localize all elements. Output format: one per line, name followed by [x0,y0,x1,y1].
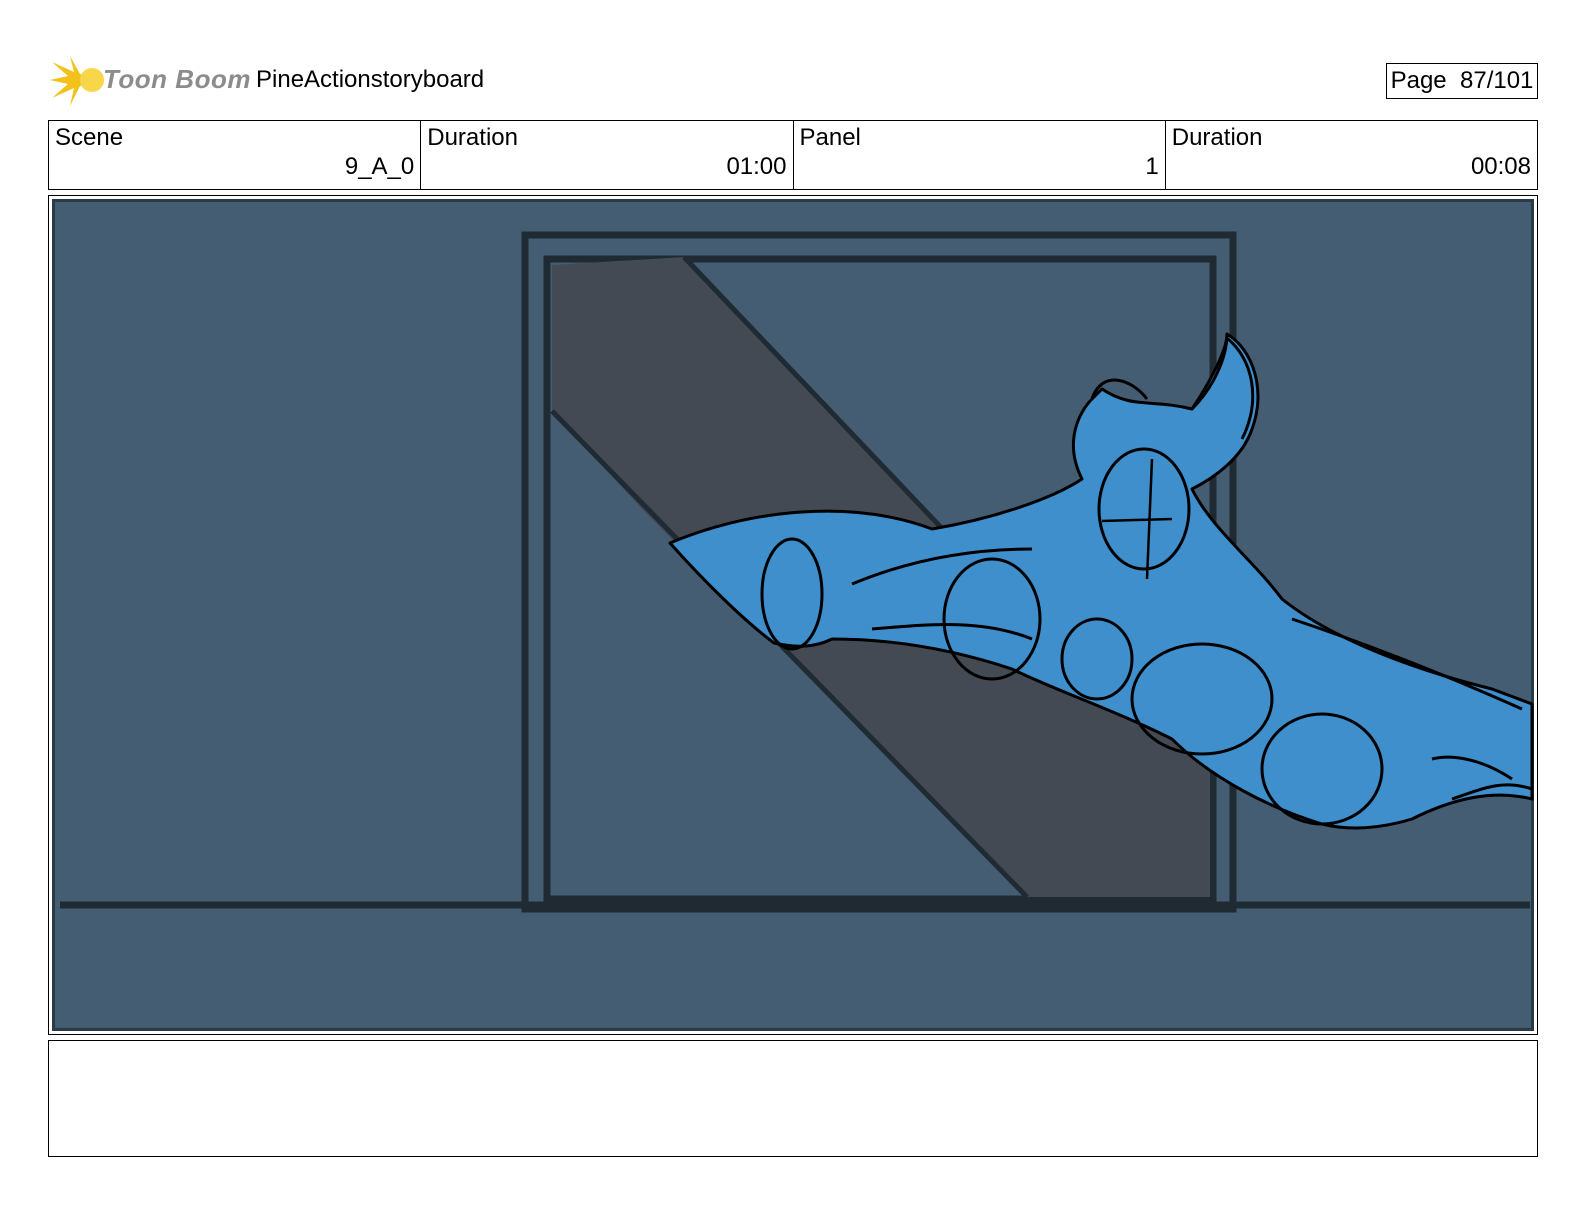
page-number: 87/101 [1460,67,1534,94]
panel-cell: Panel 1 [794,121,1166,189]
project-title: PineActionstoryboard [256,66,485,93]
logo-wordmark: Toon Boom [103,64,251,94]
panel-info-table: Scene 9_A_0 Duration 01:00 Panel 1 Durat… [48,120,1538,190]
panel-label: Panel [799,124,861,151]
scene-duration-label: Duration [427,124,518,151]
panel-duration-cell: Duration 00:08 [1166,121,1537,189]
panel-duration-label: Duration [1171,124,1263,151]
panel-duration-value: 00:08 [1470,153,1531,180]
panel-value: 1 [1145,153,1159,180]
scene-duration-value: 01:00 [726,153,787,180]
panel-notes-box [48,1040,1538,1157]
toon-boom-logo: Toon Boom [50,54,250,108]
scene-duration-cell: Duration 01:00 [421,121,794,189]
panel-drawing [52,199,1534,1031]
page-label: Page [1390,67,1447,94]
scene-value: 9_A_0 [344,153,415,180]
scene-cell: Scene 9_A_0 [49,121,422,189]
storyboard-panel [48,195,1538,1035]
page-indicator: Page 87/101 [1386,63,1538,99]
toon-boom-star-icon [50,56,104,106]
scene-label: Scene [55,124,124,151]
